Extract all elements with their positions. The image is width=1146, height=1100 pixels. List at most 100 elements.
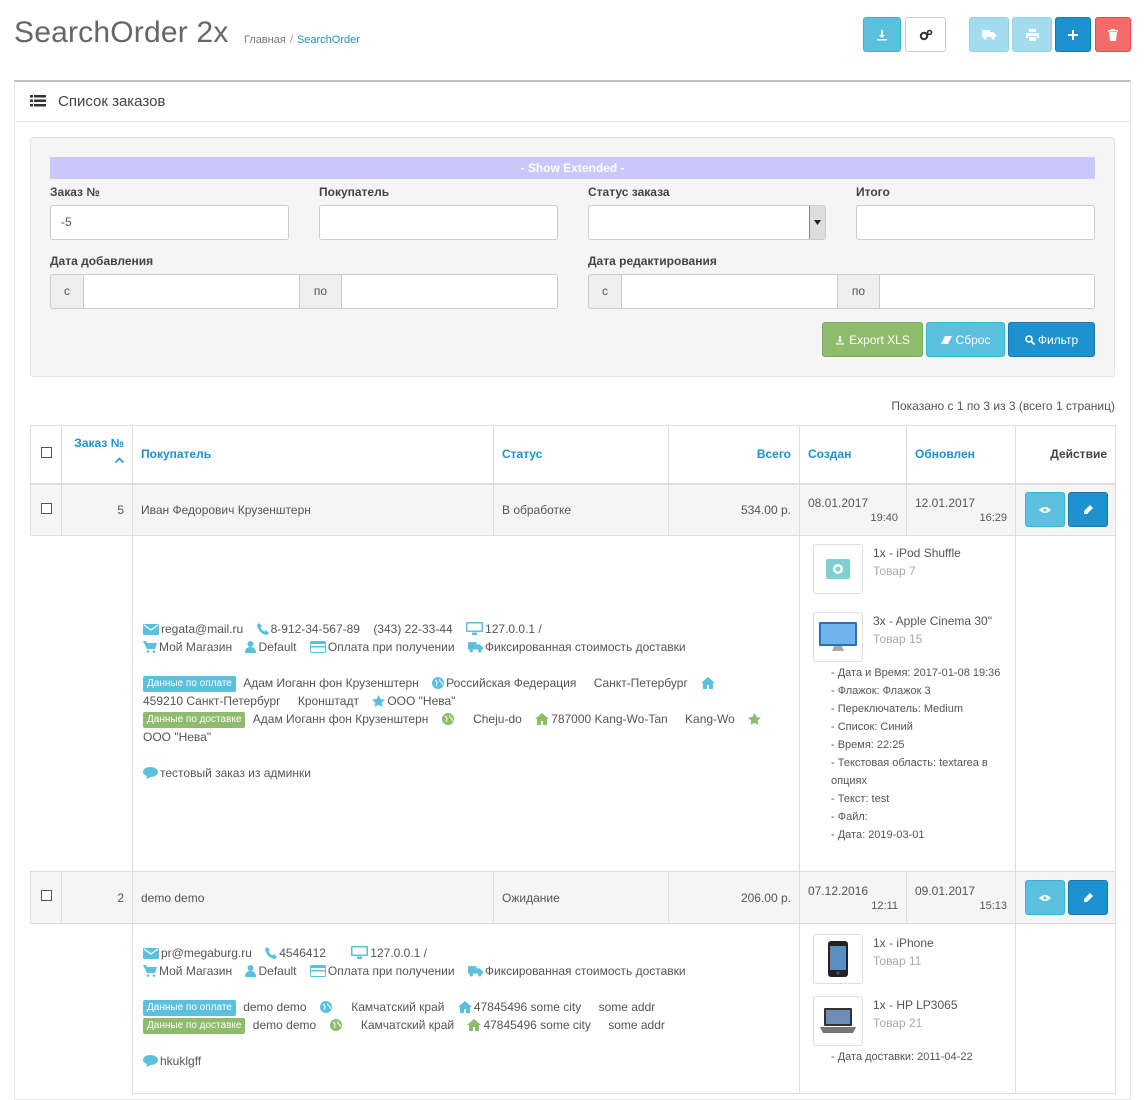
truck-icon	[467, 966, 483, 977]
row-select-cell	[30, 483, 62, 536]
order-status-select[interactable]	[588, 205, 826, 240]
column-created[interactable]: Создан	[799, 425, 907, 485]
customer-group: Default	[258, 964, 297, 978]
pencil-icon	[1084, 504, 1093, 514]
order-products: 1x - iPod Shuffle Товар 7 3x - Apple Cine…	[799, 535, 1016, 872]
product-item: 1x - iPhone Товар 11	[813, 934, 1003, 984]
order-status-label: Статус заказа	[588, 185, 670, 199]
product-thumbnail[interactable]	[813, 544, 863, 594]
download-icon	[877, 29, 887, 40]
eraser-icon	[940, 335, 952, 344]
edit-button[interactable]	[1068, 880, 1108, 915]
payment-address-line: Данные по оплате Адам Иоганн фон Крузенш…	[143, 674, 789, 692]
order-comment: hkuklgff	[160, 1054, 202, 1068]
product-option: - Дата: 2019-03-01	[831, 829, 925, 841]
column-customer[interactable]: Покупатель	[132, 425, 494, 485]
customer-group: Default	[258, 639, 297, 654]
orders-table: Заказ № Покупатель Статус Всего Создан О…	[30, 425, 1116, 1094]
order-number-label: Заказ №	[50, 185, 100, 199]
total-input[interactable]	[856, 205, 1095, 240]
plus-icon	[1068, 29, 1078, 40]
customer-input[interactable]	[319, 205, 558, 240]
cart-icon	[143, 965, 157, 977]
globe-icon	[432, 676, 445, 689]
export-xls-button[interactable]: Export XLS	[822, 322, 923, 357]
store-line: Мой Магазин Default Оплата при получении…	[143, 638, 789, 656]
shipping-address: 787000 Kang-Wo-Tan	[551, 711, 668, 726]
home-icon	[467, 1019, 482, 1031]
phone-icon	[265, 947, 278, 959]
date-modified-from-input[interactable]	[621, 274, 838, 309]
add-button[interactable]	[1055, 17, 1091, 52]
detail-action-spacer	[1015, 535, 1116, 872]
customer-email[interactable]: pr@megaburg.ru	[161, 946, 252, 960]
show-extended-toggle[interactable]: - Show Extended -	[50, 157, 1095, 179]
product-option: - Флажок: Флажок 3	[831, 685, 931, 697]
date-modified-to-input[interactable]	[879, 274, 1095, 309]
date-added-from-input[interactable]	[83, 274, 300, 309]
shipping-city: Kang-Wo	[685, 711, 735, 726]
payment-data-badge: Данные по оплате	[143, 675, 236, 692]
edit-button[interactable]	[1068, 492, 1108, 528]
breadcrumb-current[interactable]: SearchOrder	[297, 34, 360, 46]
download-button[interactable]	[863, 17, 901, 52]
order-customer-details: regata@mail.ru 8-912-34-567-89 (343) 22-…	[132, 535, 800, 872]
settings-button[interactable]	[905, 17, 946, 52]
row-checkbox[interactable]	[40, 502, 52, 514]
shipping-company: ООО "Нева"	[143, 729, 212, 744]
chevron-down-icon	[809, 206, 825, 239]
shipping-address: 47845496 some city	[483, 1018, 591, 1032]
created-time: 19:40	[870, 511, 898, 524]
product-thumbnail[interactable]	[813, 996, 863, 1046]
product-option: - Переключатель: Medium	[831, 703, 963, 715]
table-header: Заказ № Покупатель Статус Всего Создан О…	[30, 425, 1116, 485]
date-added-to-input[interactable]	[341, 274, 558, 309]
order-created: 07.12.2016 12:11	[799, 871, 907, 924]
contact-line: regata@mail.ru 8-912-34-567-89 (343) 22-…	[143, 620, 789, 638]
shipping-name: Адам Иоганн фон Крузенштерн	[252, 711, 429, 726]
column-updated[interactable]: Обновлен	[906, 425, 1016, 485]
payment-address-2: some addr	[598, 1000, 656, 1014]
view-button[interactable]	[1025, 492, 1065, 528]
shipping-method: Фиксированная стоимость доставки	[484, 964, 686, 978]
order-created: 08.01.2017 19:40	[799, 483, 907, 536]
order-actions	[1015, 483, 1116, 536]
total-label: Итого	[856, 185, 890, 199]
view-button[interactable]	[1025, 880, 1065, 915]
breadcrumb: Главная / SearchOrder	[244, 34, 360, 46]
user-icon	[245, 965, 257, 977]
created-time: 12:11	[871, 899, 898, 912]
eye-icon	[1039, 894, 1051, 901]
payment-address-line-2: 459210 Санкт-Петербург Кронштадт ООО "Не…	[143, 692, 789, 710]
list-icon	[30, 95, 46, 107]
row-checkbox[interactable]	[40, 890, 52, 901]
shipping-name: demo demo	[252, 1018, 317, 1032]
product-thumbnail[interactable]	[813, 934, 863, 984]
payment-address: 47845496 some city	[473, 1000, 582, 1014]
breadcrumb-home[interactable]: Главная	[244, 34, 286, 46]
star-icon	[372, 694, 386, 707]
select-all-checkbox[interactable]	[40, 447, 52, 459]
filter-button[interactable]: Фильтр	[1008, 322, 1095, 357]
row-select-cell	[30, 871, 62, 924]
column-total[interactable]: Всего	[668, 425, 800, 485]
order-customer: demo demo	[132, 871, 494, 924]
product-thumbnail[interactable]	[813, 612, 863, 662]
column-status[interactable]: Статус	[493, 425, 669, 485]
download-icon	[835, 335, 845, 345]
home-icon	[457, 1001, 472, 1013]
reset-button[interactable]: Сброс	[926, 322, 1005, 357]
trash-icon	[1108, 28, 1118, 41]
print-button[interactable]	[1012, 17, 1052, 52]
comment-line: hkuklgff	[143, 1052, 789, 1070]
delete-button[interactable]	[1095, 17, 1131, 52]
home-icon	[535, 712, 550, 725]
desktop-icon	[466, 621, 484, 635]
customer-email[interactable]: regata@mail.ru	[161, 622, 243, 636]
payment-data-badge: Данные по оплате	[143, 1000, 236, 1016]
column-order[interactable]: Заказ №	[61, 425, 133, 485]
order-number-input[interactable]: -5	[50, 205, 289, 240]
order-id: 2	[61, 871, 133, 924]
shipping-button[interactable]	[969, 17, 1009, 52]
truck-icon	[982, 30, 996, 40]
